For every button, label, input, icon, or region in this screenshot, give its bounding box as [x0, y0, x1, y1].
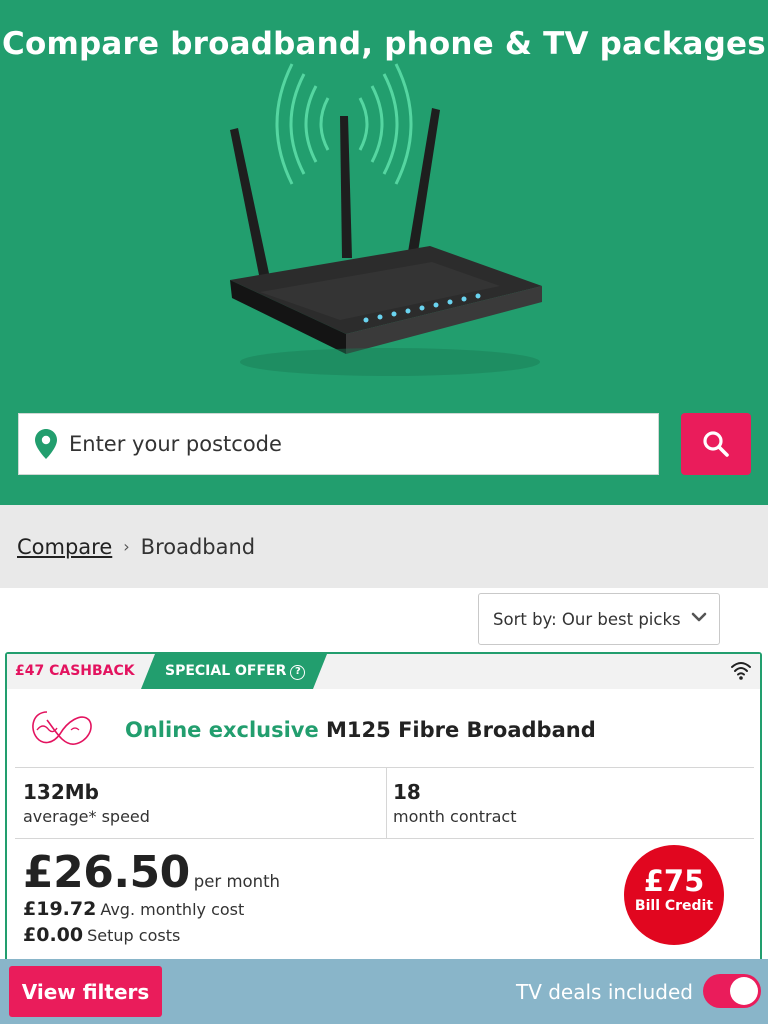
toggle-knob	[730, 977, 758, 1005]
breadcrumb-separator: ›	[123, 537, 130, 556]
cashback-badge: £47 CASHBACK	[15, 663, 135, 679]
divider	[386, 767, 387, 838]
search-icon	[703, 431, 729, 457]
divider	[15, 838, 754, 839]
avg-cost-value: £19.72	[23, 898, 97, 920]
search-button[interactable]	[681, 413, 751, 475]
deal-title[interactable]: Online exclusive M125 Fibre Broadband	[125, 718, 596, 742]
postcode-input[interactable]	[69, 432, 629, 456]
speed-value: 132Mb	[23, 780, 99, 804]
deal-card[interactable]: £47 CASHBACK SPECIAL OFFER? Online exclu…	[5, 652, 762, 982]
deal-card-header: £47 CASHBACK SPECIAL OFFER?	[7, 654, 760, 689]
sort-dropdown[interactable]: Sort by: Our best picks	[478, 593, 720, 645]
postcode-search-box	[18, 413, 659, 475]
price-amount: £26.50	[23, 847, 190, 898]
deal-title-text: M125 Fibre Broadband	[326, 718, 596, 742]
location-pin-icon	[35, 429, 57, 459]
speed-label: average* speed	[23, 807, 150, 826]
breadcrumb-compare-link[interactable]: Compare	[17, 535, 112, 559]
speed-spec: 132Mb average* speed	[23, 780, 150, 826]
special-offer-badge[interactable]: SPECIAL OFFER?	[141, 654, 327, 689]
setup-costs: £0.00 Setup costs	[23, 924, 180, 946]
tv-deals-toggle[interactable]	[703, 974, 761, 1008]
bill-credit-amount: £75	[643, 864, 705, 898]
wifi-icon	[731, 662, 751, 680]
deal-title-highlight: Online exclusive	[125, 718, 319, 742]
contract-label: month contract	[393, 807, 517, 826]
router-illustration	[230, 63, 542, 376]
contract-value: 18	[393, 780, 421, 804]
monthly-price: £26.50 per month	[23, 847, 280, 898]
breadcrumb-current: Broadband	[140, 534, 256, 559]
average-monthly-cost: £19.72 Avg. monthly cost	[23, 898, 244, 920]
setup-cost-value: £0.00	[23, 924, 84, 946]
price-period: per month	[193, 872, 281, 891]
bill-credit-badge: £75 Bill Credit	[624, 845, 724, 945]
deal-provider-row: Online exclusive M125 Fibre Broadband	[7, 689, 760, 767]
page-title: Compare broadband, phone & TV packages	[2, 26, 766, 62]
help-icon[interactable]: ?	[290, 665, 306, 680]
divider	[15, 767, 754, 768]
avg-cost-label: Avg. monthly cost	[100, 900, 245, 919]
special-offer-label: SPECIAL OFFER	[165, 663, 287, 679]
chevron-down-icon	[691, 612, 707, 622]
setup-cost-label: Setup costs	[87, 926, 181, 945]
sort-label: Sort by: Our best picks	[493, 609, 681, 629]
bill-credit-label: Bill Credit	[634, 898, 714, 914]
view-filters-button[interactable]: View filters	[9, 966, 162, 1017]
contract-spec: 18 month contract	[393, 780, 516, 826]
breadcrumb: Compare › Broadband	[0, 505, 768, 588]
virgin-media-logo	[32, 711, 92, 745]
bottom-filter-bar: View filters TV deals included	[0, 959, 768, 1024]
tv-deals-label: TV deals included	[515, 980, 693, 1004]
